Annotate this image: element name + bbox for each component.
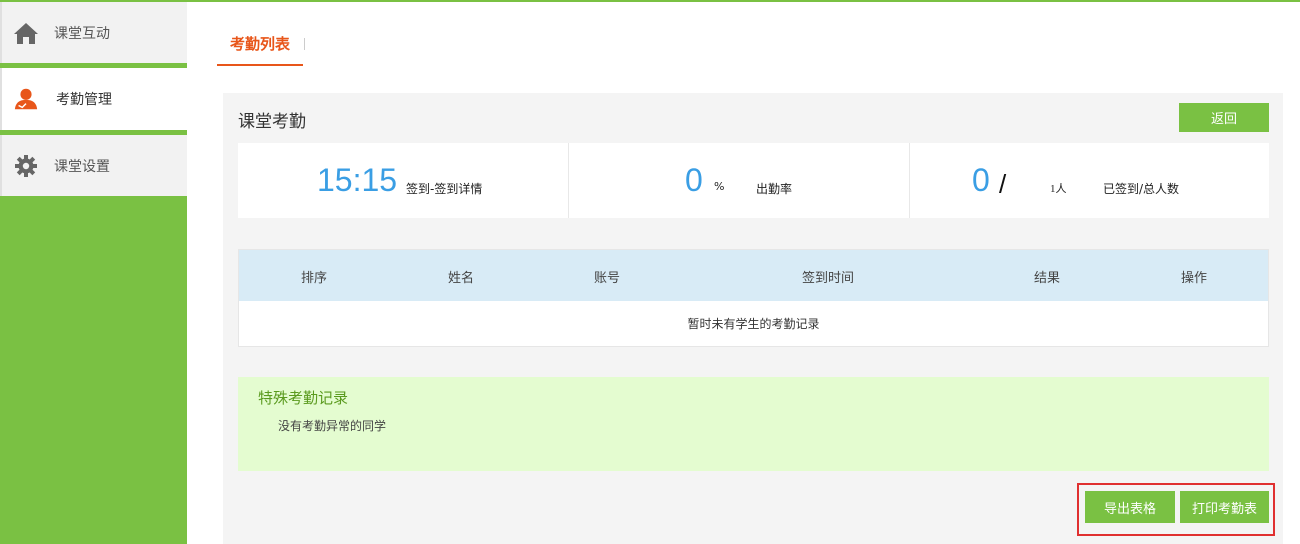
sign-in-detail-link[interactable]: 签到-签到详情 [406,180,482,197]
attendance-rate-label: 出勤率 [756,182,793,196]
tab-bar: 考勤列表 [217,22,304,66]
tab-separator [304,38,305,50]
sidebar-item-classroom-settings[interactable]: 课堂设置 [0,135,187,196]
sign-in-time: 15:15 [317,162,398,198]
gear-icon [13,153,39,179]
sidebar-item-label: 考勤管理 [56,92,112,108]
signed-count-label: 已签到/总人数 [1103,182,1180,196]
stats-bar: 15:15 签到-签到详情 0 % 出勤率 0 / 1人 已签到/总人数 [238,143,1269,218]
total-count-value: 1人 [1050,183,1067,195]
column-header-sign-time: 签到时间 [801,271,855,286]
stat-time: 15:15 签到-签到详情 [238,143,569,218]
signed-count-value: 0 [972,162,990,198]
column-header-order: 排序 [300,271,328,286]
special-attendance-title: 特殊考勤记录 [258,389,349,407]
special-attendance-section: 特殊考勤记录 没有考勤异常的同学 [238,377,1269,471]
column-header-name: 姓名 [447,271,475,286]
top-accent-line [0,0,1300,2]
attendance-table: 排序 姓名 账号 签到时间 结果 操作 暂时未有学生的考勤记录 [238,249,1269,347]
attendance-rate-unit: % [714,180,725,193]
attendance-panel: 课堂考勤 返回 15:15 签到-签到详情 0 % 出勤率 0 / 1人 已签到… [223,93,1283,544]
table-header: 排序 姓名 账号 签到时间 结果 操作 [239,250,1268,301]
count-slash: / [999,169,1007,199]
sidebar: 课堂互动 考勤管理 课堂设置 [0,0,187,544]
special-attendance-message: 没有考勤异常的同学 [278,419,387,433]
back-button[interactable]: 返回 [1179,103,1269,132]
sidebar-item-label: 课堂设置 [54,158,110,175]
stat-attendance-rate: 0 % 出勤率 [569,143,910,218]
column-header-result: 结果 [1033,271,1061,286]
attendance-rate-value: 0 [685,162,703,198]
stat-signed-count: 0 / 1人 已签到/总人数 [910,143,1269,218]
sidebar-item-classroom-interaction[interactable]: 课堂互动 [0,2,187,63]
column-header-account: 账号 [593,271,621,286]
home-icon [13,20,39,46]
export-table-button[interactable]: 导出表格 [1085,491,1175,523]
print-attendance-button[interactable]: 打印考勤表 [1180,491,1269,523]
user-attendance-icon [13,86,39,112]
panel-title: 课堂考勤 [238,112,306,132]
table-empty-message: 暂时未有学生的考勤记录 [687,317,820,331]
column-header-actions: 操作 [1180,271,1208,286]
tab-attendance-list[interactable]: 考勤列表 [217,22,304,66]
sidebar-item-attendance-management[interactable]: 考勤管理 [0,68,187,130]
sidebar-item-label: 课堂互动 [54,25,110,42]
